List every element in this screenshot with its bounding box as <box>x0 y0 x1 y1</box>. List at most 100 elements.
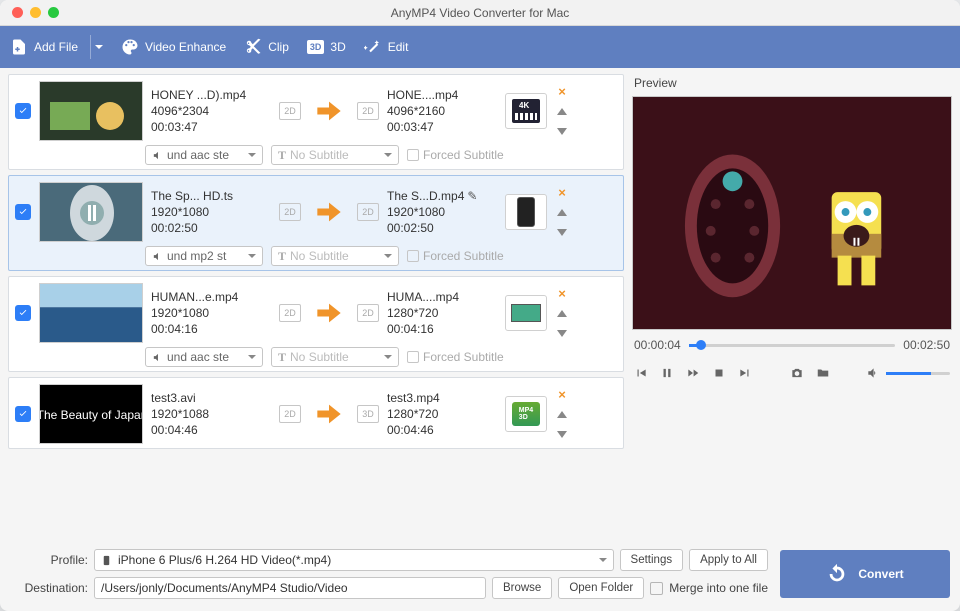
seek-slider[interactable] <box>689 344 896 347</box>
arrow-icon <box>309 81 349 141</box>
output-profile-icon[interactable] <box>505 194 547 230</box>
input-mode-badge[interactable]: 2D <box>279 304 301 322</box>
audio-track-select[interactable]: und aac ste <box>145 145 263 165</box>
snapshot-button[interactable] <box>790 366 804 380</box>
item-side-buttons: × <box>555 81 569 141</box>
file-item[interactable]: The Beauty of Japan test3.avi 1920*1088 00:… <box>8 377 624 449</box>
subtitle-select[interactable]: TNo Subtitle <box>271 145 399 165</box>
item-thumbnail[interactable] <box>39 283 143 343</box>
move-up-icon[interactable] <box>557 104 567 118</box>
move-up-icon[interactable] <box>557 306 567 320</box>
remove-item-icon[interactable]: × <box>558 185 566 200</box>
output-meta: test3.mp41280*72000:04:46 <box>387 384 497 444</box>
input-duration: 00:04:16 <box>151 322 271 336</box>
3d-button[interactable]: 3D 3D <box>307 40 346 54</box>
stop-button[interactable] <box>712 366 726 380</box>
merge-checkbox[interactable]: Merge into one file <box>650 581 768 595</box>
item-checkbox[interactable] <box>15 406 31 422</box>
input-mode-badge[interactable]: 2D <box>279 102 301 120</box>
move-up-icon[interactable] <box>557 205 567 219</box>
time-current: 00:00:04 <box>634 338 681 352</box>
item-thumbnail[interactable]: The Beauty of Japan <box>39 384 143 444</box>
output-mode-badge[interactable]: 2D <box>357 304 379 322</box>
subtitle-icon: T <box>278 249 286 264</box>
apply-to-all-button[interactable]: Apply to All <box>689 549 768 571</box>
output-profile-icon[interactable] <box>505 93 547 129</box>
remove-item-icon[interactable]: × <box>558 387 566 402</box>
checkbox-icon <box>407 149 419 161</box>
subtitle-select[interactable]: TNo Subtitle <box>271 347 399 367</box>
output-mode-badge[interactable]: 3D <box>357 405 379 423</box>
output-duration: 00:04:46 <box>387 423 497 437</box>
file-item[interactable]: HONEY ...D).mp44096*230400:03:472D2DHONE… <box>8 74 624 170</box>
output-mode-badge[interactable]: 2D <box>357 102 379 120</box>
item-side-buttons: × <box>555 182 569 242</box>
output-mode-badge[interactable]: 2D <box>357 203 379 221</box>
move-down-icon[interactable] <box>557 427 567 441</box>
open-snapshot-folder-button[interactable] <box>816 366 830 380</box>
item-checkbox[interactable] <box>15 103 31 119</box>
open-folder-button[interactable]: Open Folder <box>558 577 644 599</box>
checkbox-icon <box>650 582 663 595</box>
forced-subtitle-checkbox[interactable]: Forced Subtitle <box>407 148 504 162</box>
output-profile-icon[interactable] <box>505 295 547 331</box>
move-up-icon[interactable] <box>557 407 567 421</box>
add-file-button[interactable]: Add File <box>10 35 103 59</box>
input-meta: test3.avi1920*108800:04:46 <box>151 384 271 444</box>
input-mode-badge[interactable]: 2D <box>279 203 301 221</box>
add-file-dropdown-icon[interactable] <box>95 45 103 49</box>
preview-frame <box>633 97 951 329</box>
preview-video[interactable] <box>632 96 952 330</box>
forced-subtitle-checkbox[interactable]: Forced Subtitle <box>407 350 504 364</box>
remove-item-icon[interactable]: × <box>558 84 566 99</box>
edit-button[interactable]: Edit <box>364 38 409 56</box>
fast-forward-button[interactable] <box>686 366 700 380</box>
clip-button[interactable]: Clip <box>244 38 289 56</box>
input-resolution: 1920*1088 <box>151 407 271 421</box>
video-enhance-label: Video Enhance <box>145 40 226 54</box>
window-title: AnyMP4 Video Converter for Mac <box>0 6 960 20</box>
browse-button[interactable]: Browse <box>492 577 552 599</box>
check-icon <box>18 106 28 116</box>
volume-slider[interactable] <box>886 372 950 375</box>
next-button[interactable] <box>738 366 752 380</box>
item-checkbox[interactable] <box>15 204 31 220</box>
audio-track-value: und mp2 st <box>167 249 226 263</box>
edit-name-icon[interactable]: ✎ <box>467 189 477 203</box>
audio-track-select[interactable]: und aac ste <box>145 347 263 367</box>
convert-button[interactable]: Convert <box>780 550 950 598</box>
preview-label: Preview <box>632 74 952 92</box>
move-down-icon[interactable] <box>557 124 567 138</box>
add-file-icon <box>10 38 28 56</box>
move-down-icon[interactable] <box>557 326 567 340</box>
remove-item-icon[interactable]: × <box>558 286 566 301</box>
prev-button[interactable] <box>634 366 648 380</box>
forced-subtitle-checkbox[interactable]: Forced Subtitle <box>407 249 504 263</box>
profile-select[interactable]: iPhone 6 Plus/6 H.264 HD Video(*.mp4) <box>94 549 614 571</box>
move-down-icon[interactable] <box>557 225 567 239</box>
video-enhance-button[interactable]: Video Enhance <box>121 38 226 56</box>
subtitle-select[interactable]: TNo Subtitle <box>271 246 399 266</box>
file-item[interactable]: The Sp... HD.ts1920*108000:02:502D2DThe … <box>8 175 624 271</box>
file-item[interactable]: HUMAN...e.mp41920*108000:04:162D2DHUMA..… <box>8 276 624 372</box>
output-resolution: 4096*2160 <box>387 104 497 118</box>
forced-subtitle-label: Forced Subtitle <box>423 350 504 364</box>
preview-panel: Preview <box>632 74 952 541</box>
item-thumbnail[interactable] <box>39 81 143 141</box>
check-icon <box>18 207 28 217</box>
input-filename: test3.avi <box>151 391 271 405</box>
volume-icon[interactable] <box>866 366 880 380</box>
output-profile-icon[interactable]: MP43D <box>505 396 547 432</box>
item-thumbnail[interactable] <box>39 182 143 242</box>
settings-button[interactable]: Settings <box>620 549 684 571</box>
3d-label: 3D <box>330 40 345 54</box>
output-settings: Profile: iPhone 6 Plus/6 H.264 HD Video(… <box>10 549 768 599</box>
pause-button[interactable] <box>660 366 674 380</box>
destination-input[interactable]: /Users/jonly/Documents/AnyMP4 Studio/Vid… <box>94 577 486 599</box>
item-checkbox[interactable] <box>15 305 31 321</box>
input-mode-badge[interactable]: 2D <box>279 405 301 423</box>
file-list: HONEY ...D).mp44096*230400:03:472D2DHONE… <box>8 74 624 541</box>
forced-subtitle-label: Forced Subtitle <box>423 148 504 162</box>
item-side-buttons: × <box>555 384 569 444</box>
audio-track-select[interactable]: und mp2 st <box>145 246 263 266</box>
